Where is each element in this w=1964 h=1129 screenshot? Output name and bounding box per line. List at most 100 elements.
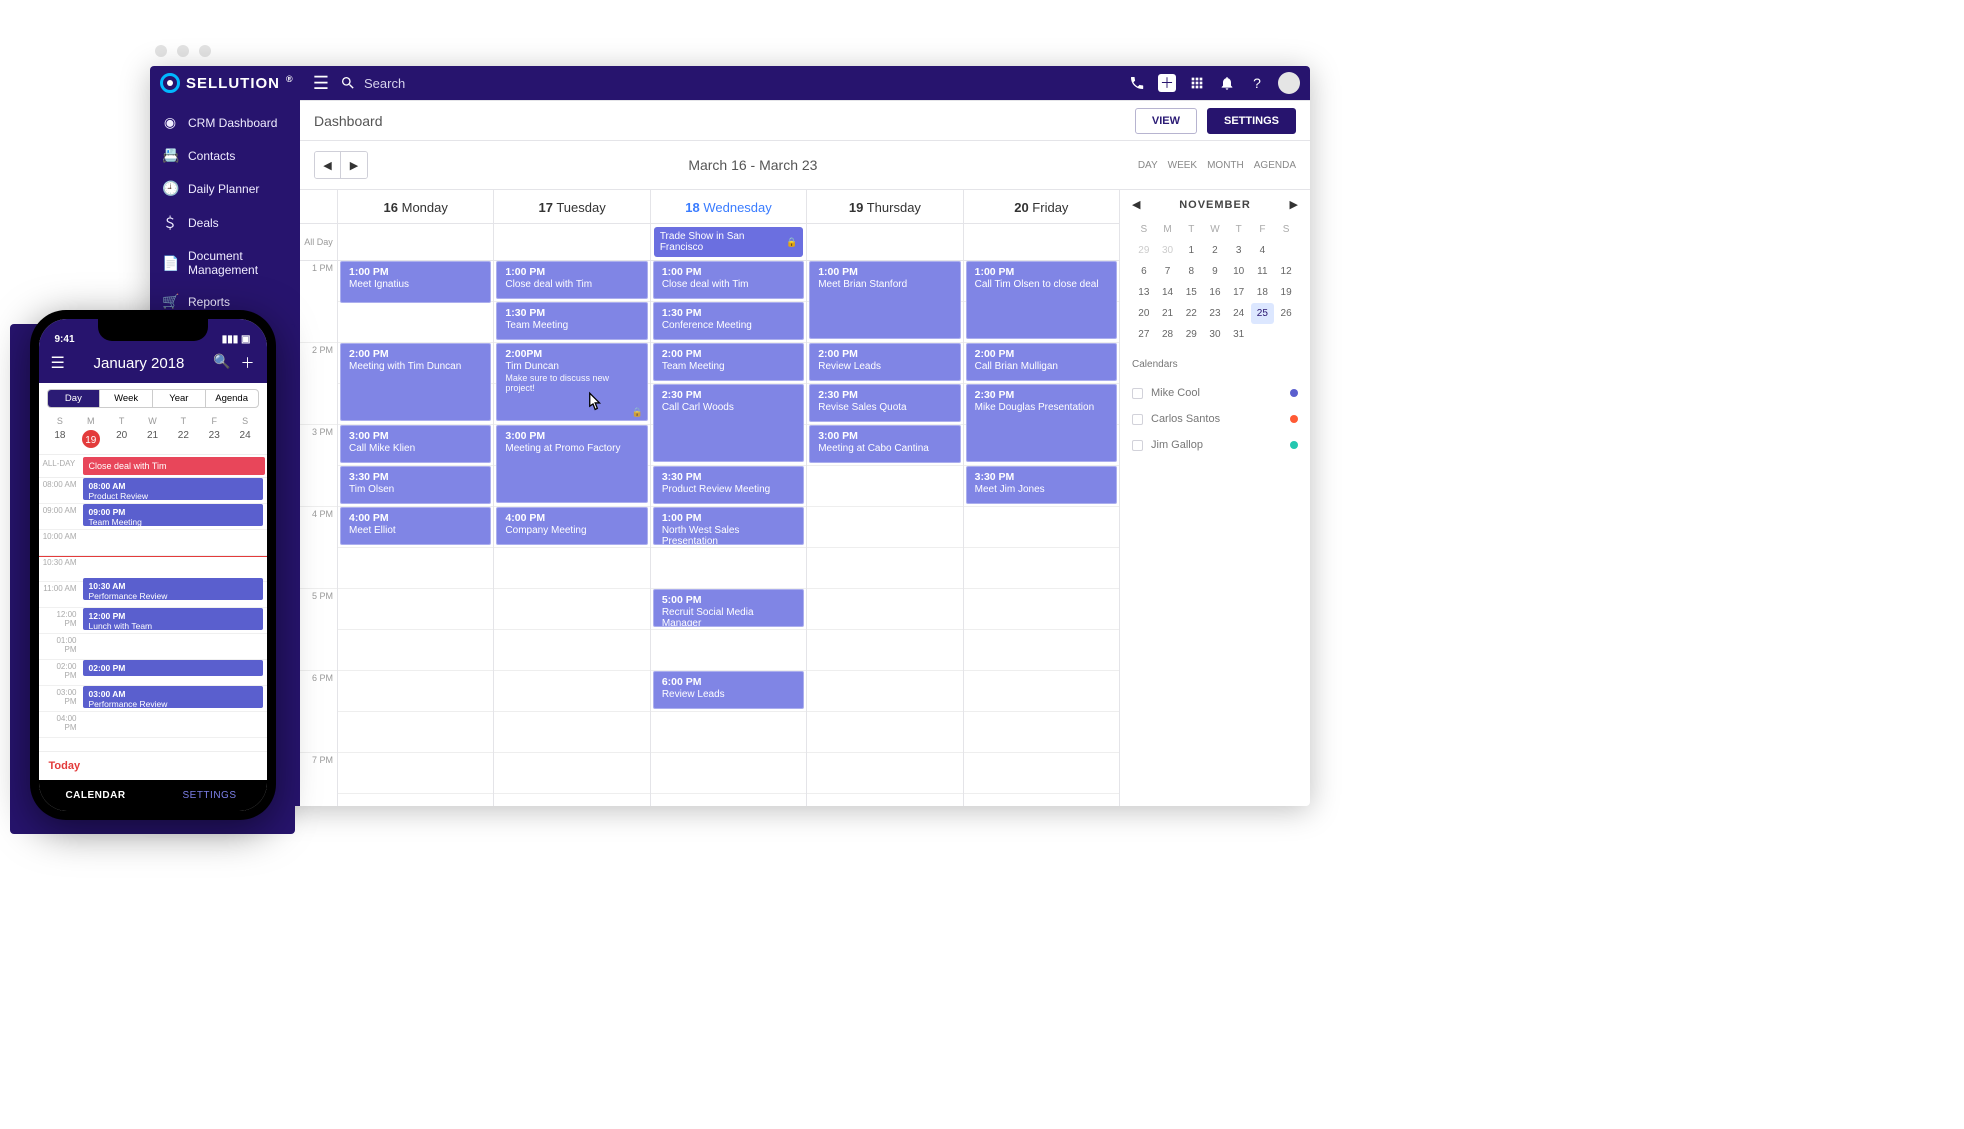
mini-day[interactable]: 9 [1203, 261, 1227, 282]
day-header-thursday[interactable]: 19 Thursday [807, 190, 963, 223]
mini-day[interactable]: 26 [1274, 303, 1298, 324]
calendar-event[interactable]: 1:00 PMMeet Brian Stanford [809, 261, 960, 339]
calendar-event[interactable]: 3:00 PMCall Mike Klien [340, 425, 491, 463]
phone-date[interactable]: 19 [75, 428, 106, 450]
day-header-tuesday[interactable]: 17 Tuesday [494, 190, 650, 223]
phone-date[interactable]: 23 [199, 428, 230, 450]
mini-day[interactable]: 31 [1227, 324, 1251, 345]
calendar-event[interactable]: 4:00 PMCompany Meeting [496, 507, 647, 545]
phone-date[interactable]: 22 [168, 428, 199, 450]
phone-event[interactable]: 02:00 PM [83, 660, 263, 676]
mini-day[interactable]: 1 [1179, 240, 1203, 261]
bell-icon[interactable] [1218, 74, 1236, 92]
phone-tab-settings[interactable]: SETTINGS [153, 780, 267, 811]
menu-toggle-icon[interactable]: ☰ [310, 73, 332, 94]
phone-add-icon[interactable]: ＋ [241, 353, 255, 373]
mini-day[interactable]: 4 [1251, 240, 1275, 261]
phone-tab-calendar[interactable]: CALENDAR [39, 780, 153, 811]
calendar-event[interactable]: 2:30 PMRevise Sales Quota [809, 384, 960, 422]
view-month[interactable]: MONTH [1207, 160, 1244, 171]
phone-event[interactable]: 08:00 AMProduct Review [83, 478, 263, 500]
calendar-event[interactable]: 5:00 PMRecruit Social Media Manager [653, 589, 804, 627]
day-col-fri[interactable]: 1:00 PMCall Tim Olsen to close deal 2:00 … [964, 261, 1119, 806]
add-icon[interactable]: ＋ [1158, 74, 1176, 92]
mini-day[interactable]: 21 [1156, 303, 1180, 324]
mini-day[interactable]: 24 [1227, 303, 1251, 324]
allday-mon[interactable] [338, 224, 494, 260]
checkbox-icon[interactable] [1132, 388, 1143, 399]
day-col-mon[interactable]: 1:00 PMMeet Ignatius2:00 PMMeeting with … [338, 261, 494, 806]
view-week[interactable]: WEEK [1168, 160, 1197, 171]
calendar-event[interactable]: 2:00 PMTeam Meeting [653, 343, 804, 381]
view-day[interactable]: DAY [1138, 160, 1158, 171]
phone-event[interactable]: 09:00 PMTeam Meeting [83, 504, 263, 526]
allday-tue[interactable] [494, 224, 650, 260]
calendar-event[interactable]: 1:00 PMCall Tim Olsen to close deal [966, 261, 1117, 339]
mini-day[interactable]: 7 [1156, 261, 1180, 282]
sidebar-item-1[interactable]: 📇Contacts [150, 139, 300, 172]
mini-day[interactable]: 11 [1251, 261, 1275, 282]
mini-day[interactable]: 15 [1179, 282, 1203, 303]
mini-day[interactable]: 25 [1251, 303, 1275, 324]
mini-day[interactable]: 16 [1203, 282, 1227, 303]
calendar-event[interactable]: 3:00 PMMeeting at Promo Factory [496, 425, 647, 503]
mini-day[interactable]: 20 [1132, 303, 1156, 324]
mini-day[interactable] [1251, 324, 1275, 345]
legend-row[interactable]: Carlos Santos [1132, 406, 1298, 432]
calendar-event[interactable]: 2:30 PMCall Carl Woods [653, 384, 804, 462]
mini-day[interactable]: 29 [1179, 324, 1203, 345]
mini-day[interactable]: 27 [1132, 324, 1156, 345]
mini-day[interactable] [1274, 240, 1298, 261]
mini-day[interactable] [1274, 324, 1298, 345]
calendar-event[interactable]: 3:30 PMTim Olsen [340, 466, 491, 504]
day-col-wed[interactable]: 1:00 PMClose deal with Tim1:30 PMConfere… [651, 261, 807, 806]
phone-search-icon[interactable]: 🔍 [213, 353, 230, 373]
mini-day[interactable]: 2 [1203, 240, 1227, 261]
phone-date[interactable]: 24 [230, 428, 261, 450]
mini-day[interactable]: 29 [1132, 240, 1156, 261]
sidebar-item-3[interactable]: ＄Deals [150, 205, 300, 241]
phone-menu-icon[interactable]: ☰ [51, 353, 65, 373]
mini-day[interactable]: 28 [1156, 324, 1180, 345]
sidebar-item-0[interactable]: ◉CRM Dashboard [150, 106, 300, 139]
phone-date[interactable]: 21 [137, 428, 168, 450]
calendar-event[interactable]: 3:30 PMMeet Jim Jones [966, 466, 1117, 504]
mini-day[interactable]: 6 [1132, 261, 1156, 282]
checkbox-icon[interactable] [1132, 414, 1143, 425]
calendar-event[interactable]: 1:30 PMTeam Meeting [496, 302, 647, 340]
allday-fri[interactable] [964, 224, 1119, 260]
mini-day[interactable]: 19 [1274, 282, 1298, 303]
phone-today-link[interactable]: Today [39, 751, 267, 780]
mini-day[interactable]: 30 [1203, 324, 1227, 345]
view-agenda[interactable]: AGENDA [1254, 160, 1296, 171]
sidebar-item-2[interactable]: 🕘Daily Planner [150, 172, 300, 205]
phone-event[interactable]: 12:00 PMLunch with Team [83, 608, 263, 630]
phone-event[interactable]: 10:30 AMPerformance Review [83, 578, 263, 600]
phone-segment-year[interactable]: Year [153, 390, 206, 407]
calendar-event[interactable]: 3:30 PMProduct Review Meeting [653, 466, 804, 504]
day-header-wednesday[interactable]: 18 Wednesday [651, 190, 807, 223]
calendar-event[interactable]: 2:00 PMReview Leads [809, 343, 960, 381]
apps-grid-icon[interactable] [1188, 74, 1206, 92]
allday-thu[interactable] [807, 224, 963, 260]
mini-next-button[interactable]: ▶ [1290, 198, 1298, 211]
calendar-event[interactable]: 2:00 PMCall Brian Mulligan [966, 343, 1117, 381]
phone-segment-week[interactable]: Week [100, 390, 153, 407]
help-icon[interactable]: ? [1248, 74, 1266, 92]
user-avatar[interactable] [1278, 72, 1300, 94]
mini-day[interactable]: 12 [1274, 261, 1298, 282]
mini-day[interactable]: 14 [1156, 282, 1180, 303]
legend-row[interactable]: Jim Gallop [1132, 432, 1298, 458]
allday-event[interactable]: Trade Show in San Francisco 🔒 [654, 227, 803, 257]
mini-day[interactable]: 18 [1251, 282, 1275, 303]
view-button[interactable]: VIEW [1135, 108, 1197, 134]
mini-day[interactable]: 30 [1156, 240, 1180, 261]
legend-row[interactable]: Mike Cool [1132, 380, 1298, 406]
phone-date[interactable]: 18 [45, 428, 76, 450]
phone-segment-agenda[interactable]: Agenda [206, 390, 258, 407]
mini-day[interactable]: 22 [1179, 303, 1203, 324]
calendar-event[interactable]: 6:00 PMReview Leads [653, 671, 804, 709]
mini-day[interactable]: 8 [1179, 261, 1203, 282]
calendar-event[interactable]: 1:30 PMConference Meeting [653, 302, 804, 340]
calendar-event[interactable]: 1:00 PMClose deal with Tim [496, 261, 647, 299]
